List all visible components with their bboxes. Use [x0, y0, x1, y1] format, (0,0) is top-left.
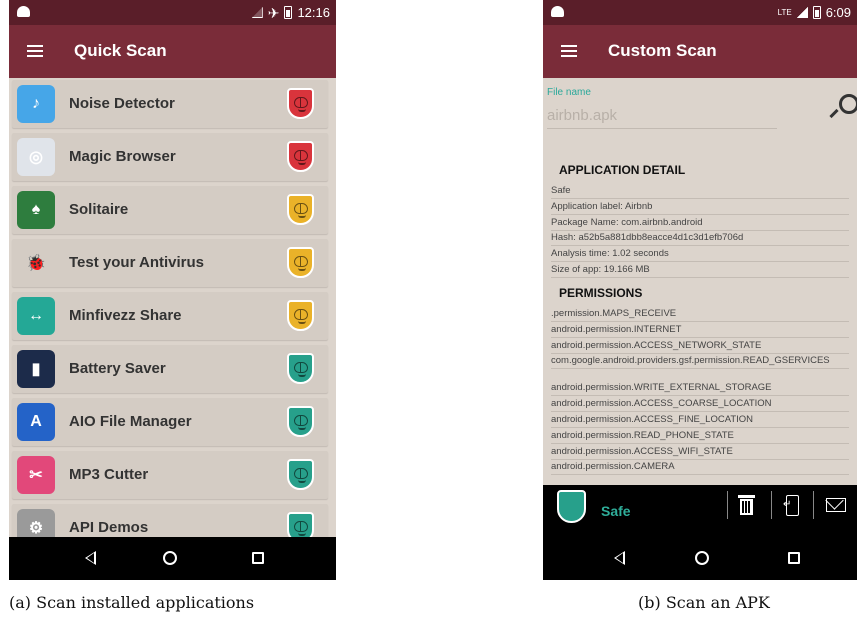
app-name: Noise Detector: [69, 95, 175, 112]
app-icon: ↔: [17, 297, 55, 335]
back-icon[interactable]: [614, 551, 625, 565]
risk-shield-icon: [287, 141, 314, 172]
risk-shield-icon: [287, 300, 314, 331]
nav-bar: [9, 537, 336, 580]
battery-icon: [812, 6, 821, 19]
input-underline: [547, 128, 777, 129]
recents-icon[interactable]: [788, 552, 800, 564]
permission-line: android.permission.CAMERA: [551, 461, 849, 476]
detail-line: Safe: [551, 185, 849, 199]
permission-line: android.permission.ACCESS_WIFI_STATE: [551, 446, 849, 460]
permission-line: android.permission.ACCESS_COARSE_LOCATIO…: [551, 398, 849, 413]
permission-line: android.permission.WRITE_EXTERNAL_STORAG…: [551, 382, 849, 397]
app-name: Solitaire: [69, 201, 129, 218]
app-row[interactable]: 🐞 Test your Antivirus: [12, 239, 328, 287]
airplane-icon: ✈: [267, 4, 280, 21]
permission-line: android.permission.ACCESS_NETWORK_STATE: [551, 340, 849, 354]
android-icon: [17, 6, 30, 17]
risk-shield-icon: [287, 88, 314, 119]
permission-line: android.permission.INTERNET: [551, 324, 849, 338]
app-icon: ▮: [17, 350, 55, 388]
caption-b: (b) Scan an APK: [638, 593, 770, 612]
app-row[interactable]: ✂ MP3 Cutter: [12, 451, 328, 499]
signal-icon: [796, 7, 808, 18]
app-name: Minfivezz Share: [69, 307, 182, 324]
app-icon: ⚙: [17, 509, 55, 537]
detail-line: Package Name: com.airbnb.android: [551, 217, 849, 231]
back-icon[interactable]: [85, 551, 96, 565]
status-bar: LTE 6:09: [543, 0, 857, 25]
mail-icon[interactable]: [826, 498, 846, 512]
file-name-label: File name: [547, 87, 591, 98]
install-icon[interactable]: [783, 495, 799, 516]
application-detail-heading: APPLICATION DETAIL: [559, 163, 686, 177]
status-time: 12:16: [297, 5, 330, 20]
app-bar: Quick Scan: [9, 25, 336, 78]
permissions-heading: PERMISSIONS: [559, 286, 643, 300]
app-row[interactable]: ↔ Minfivezz Share: [12, 292, 328, 340]
home-icon[interactable]: [695, 551, 709, 565]
home-icon[interactable]: [163, 551, 177, 565]
battery-icon: [284, 6, 293, 19]
nav-bar: [543, 537, 857, 580]
menu-icon[interactable]: [27, 45, 43, 57]
app-name: AIO File Manager: [69, 413, 192, 430]
app-row[interactable]: A AIO File Manager: [12, 398, 328, 446]
search-icon: [839, 94, 857, 114]
app-icon: ♪: [17, 85, 55, 123]
app-icon: ♠: [17, 191, 55, 229]
network-type: LTE: [777, 7, 792, 17]
app-row[interactable]: ♪ Noise Detector: [12, 80, 328, 128]
page-title: Custom Scan: [608, 41, 717, 60]
app-name: Test your Antivirus: [69, 254, 205, 271]
risk-shield-icon: [287, 459, 314, 490]
detail-line: Analysis time: 1.02 seconds: [551, 248, 849, 263]
result-label: Safe: [601, 503, 631, 519]
app-list[interactable]: ♪ Noise Detector ◎ Magic Browser ♠ Solitaire 🐞…: [9, 80, 336, 537]
menu-icon[interactable]: [561, 45, 577, 57]
caption-a: (a) Scan installed applications: [9, 593, 255, 612]
custom-scan-screen: LTE 6:09 Custom Scan File name airbnb.ap…: [543, 0, 857, 580]
safe-shield-icon: [557, 490, 586, 523]
app-name: Magic Browser: [69, 148, 176, 165]
app-name: MP3 Cutter: [69, 466, 149, 483]
app-bar: Custom Scan: [543, 25, 857, 78]
app-name: API Demos: [69, 519, 149, 536]
android-icon: [551, 6, 564, 17]
app-icon: ◎: [17, 138, 55, 176]
risk-shield-icon: [287, 353, 314, 384]
delete-icon[interactable]: [738, 495, 755, 515]
risk-shield-icon: [287, 406, 314, 437]
file-name-input[interactable]: airbnb.apk: [547, 107, 617, 124]
signal-icon: [251, 7, 263, 18]
app-row[interactable]: ▮ Battery Saver: [12, 345, 328, 393]
scan-button[interactable]: [829, 92, 857, 122]
permission-line: com.google.android.providers.gsf.permiss…: [551, 355, 849, 370]
app-icon: 🐞: [17, 244, 55, 282]
risk-shield-icon: [287, 194, 314, 225]
detail-line: Hash: a52b5a881dbb8eacce4d1c3d1efb706d: [551, 232, 849, 247]
permission-line: android.permission.ACCESS_FINE_LOCATION: [551, 414, 849, 428]
app-row[interactable]: ♠ Solitaire: [12, 186, 328, 234]
page-title: Quick Scan: [74, 41, 167, 60]
app-icon: ✂: [17, 456, 55, 494]
app-name: Battery Saver: [69, 360, 166, 377]
permission-line: .permission.MAPS_RECEIVE: [551, 308, 849, 322]
app-row[interactable]: ⚙ API Demos: [12, 504, 328, 537]
result-bar: Safe: [543, 485, 857, 537]
status-bar: ✈ 12:16: [9, 0, 336, 25]
risk-shield-icon: [287, 247, 314, 278]
recents-icon[interactable]: [252, 552, 264, 564]
detail-line: Application label: Airbnb: [551, 201, 849, 215]
quick-scan-screen: ✈ 12:16 Quick Scan ♪ Noise Detector ◎ Magic…: [9, 0, 336, 580]
detail-line: Size of app: 19.166 MB: [551, 264, 849, 278]
app-row[interactable]: ◎ Magic Browser: [12, 133, 328, 181]
risk-shield-icon: [287, 512, 314, 537]
permission-line: android.permission.READ_PHONE_STATE: [551, 430, 849, 444]
app-icon: A: [17, 403, 55, 441]
status-time: 6:09: [825, 5, 851, 20]
